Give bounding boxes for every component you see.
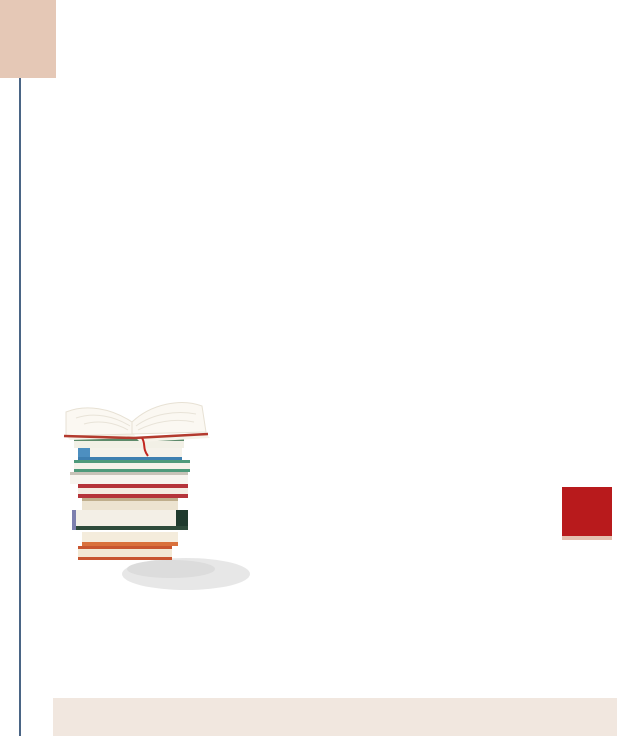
footer-band	[53, 698, 617, 736]
slide-page	[0, 0, 640, 736]
book-stack-icon	[63, 402, 250, 590]
red-accent-square	[562, 487, 612, 536]
red-accent-square-shadow	[562, 536, 612, 540]
corner-accent-block	[0, 0, 56, 78]
left-margin-rule	[19, 78, 21, 736]
